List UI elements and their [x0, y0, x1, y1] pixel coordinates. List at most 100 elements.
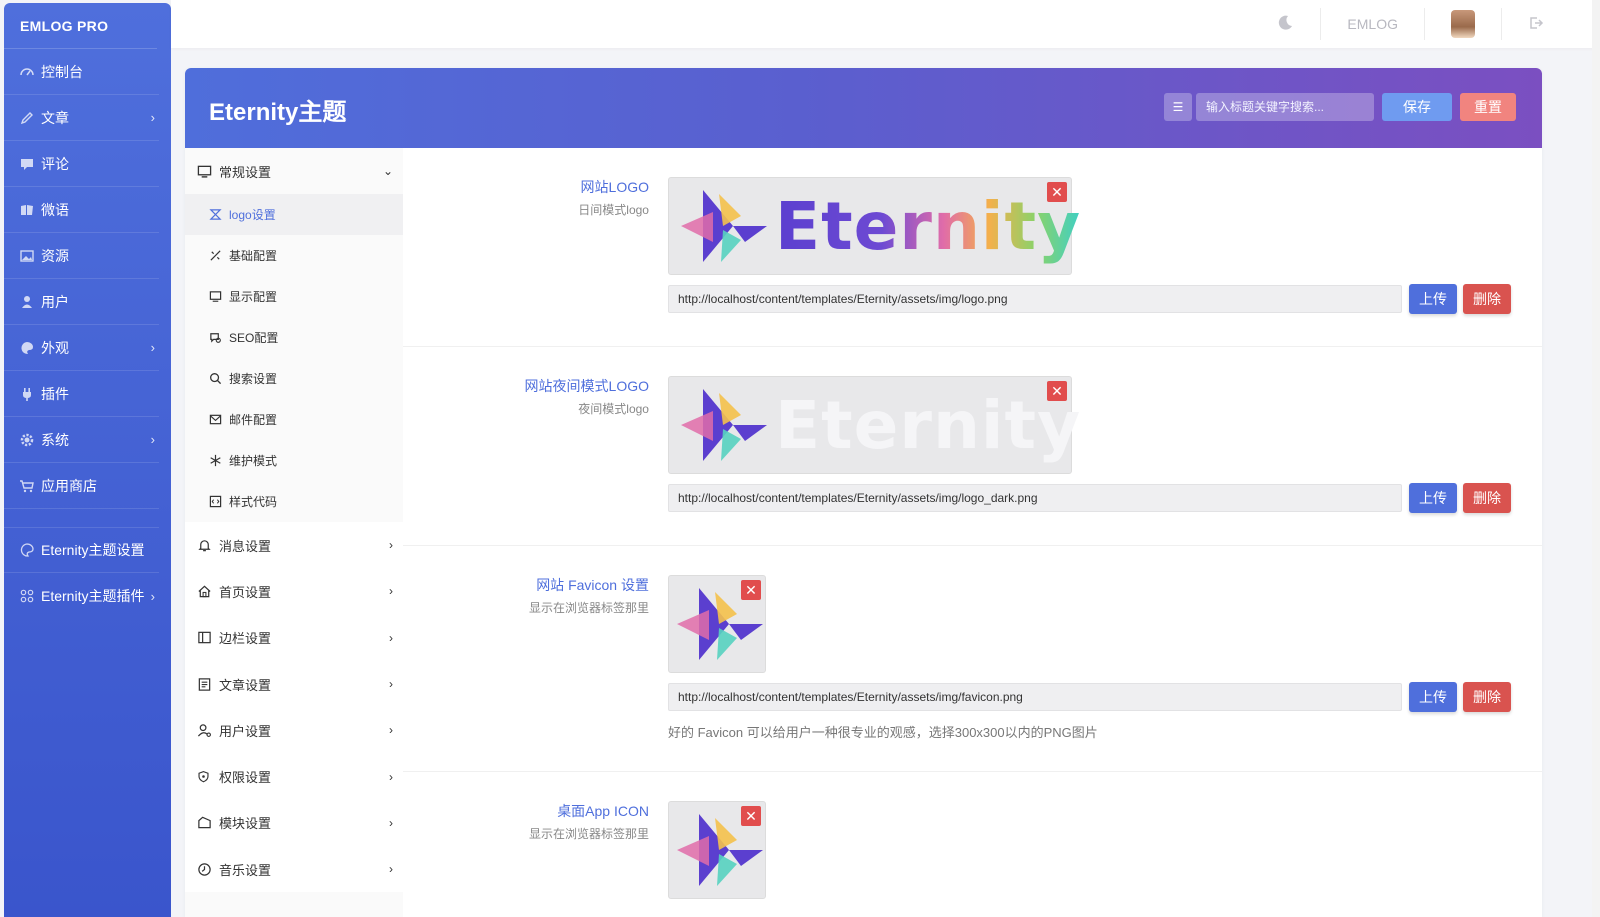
delete-button[interactable]: 删除 — [1463, 682, 1511, 712]
menu-group-home[interactable]: 首页设置 › — [185, 568, 403, 615]
top-bar: EMLOG — [171, 0, 1600, 48]
sidebar-item-resources[interactable]: 资源 — [4, 233, 159, 279]
chevron-right-icon: › — [389, 677, 393, 692]
menu-group-music[interactable]: 音乐设置 › — [185, 846, 403, 893]
menu-group-messages[interactable]: 消息设置 › — [185, 522, 403, 569]
logo-preview-text: Eternity — [775, 387, 1082, 464]
sidebar-item-appearance[interactable]: 外观 › — [4, 325, 159, 371]
menu-group-general[interactable]: 常规设置 ⌄ — [185, 148, 403, 194]
menu-group-label: 常规设置 — [219, 164, 272, 180]
menu-group-label: 首页设置 — [219, 584, 272, 600]
sidebar-item-notes[interactable]: 微语 — [4, 187, 159, 233]
field-label: 网站 Favicon 设置 — [536, 577, 649, 593]
chevron-right-icon: › — [389, 630, 393, 645]
menu-sub-seo[interactable]: SEO配置 — [185, 317, 403, 358]
chevron-right-icon: › — [150, 340, 155, 355]
image-url-input[interactable]: http://localhost/content/templates/Etern… — [668, 285, 1402, 313]
menu-sub-basic[interactable]: 基础配置 — [185, 235, 403, 276]
sidebar-item-label: 应用商店 — [41, 477, 97, 494]
theme-toggle-button[interactable] — [1250, 8, 1320, 40]
snowflake-icon — [209, 454, 225, 467]
search-input[interactable] — [1196, 93, 1374, 121]
menu-sub-label: 邮件配置 — [229, 413, 278, 427]
menu-group-modules[interactable]: 模块设置 › — [185, 799, 403, 847]
logout-button[interactable] — [1501, 8, 1570, 40]
comment-icon — [18, 155, 36, 173]
logo-preview: Eternity ✕ — [668, 177, 1080, 275]
sidebar-item-users[interactable]: 用户 — [4, 279, 159, 325]
remove-image-button[interactable]: ✕ — [1047, 381, 1067, 401]
menu-group-users[interactable]: 用户设置 › — [185, 707, 403, 754]
sidebar-item-dashboard[interactable]: 控制台 — [4, 49, 159, 95]
sidebar-item-articles[interactable]: 文章 › — [4, 95, 159, 141]
document-icon — [197, 677, 215, 692]
menu-sub-logo[interactable]: logo设置 — [185, 194, 403, 235]
logo-icon — [209, 208, 225, 221]
field-site-logo: 网站LOGO 日间模式logo Eternity ✕ http://localh… — [403, 148, 1542, 346]
menu-group-label: 边栏设置 — [219, 631, 272, 647]
sidebar-item-eternity-settings[interactable]: Eternity主题设置 — [4, 527, 159, 573]
upload-button[interactable]: 上传 — [1409, 682, 1457, 712]
field-description: 显示在浏览器标签那里 — [528, 601, 649, 615]
delete-button[interactable]: 删除 — [1463, 483, 1511, 513]
user-avatar-button[interactable] — [1424, 8, 1501, 40]
sidebar-item-label: 微语 — [41, 201, 69, 218]
moon-icon — [1276, 14, 1294, 35]
menu-group-label: 权限设置 — [219, 770, 272, 786]
menu-toggle-button[interactable]: ☰ — [1164, 93, 1192, 121]
user-icon — [18, 293, 36, 311]
chevron-right-icon: › — [389, 538, 393, 553]
sidebar-item-label: 资源 — [41, 247, 69, 264]
menu-group-label: 消息设置 — [219, 538, 272, 554]
menu-group-articles[interactable]: 文章设置 › — [185, 660, 403, 708]
menu-group-label: 文章设置 — [219, 677, 272, 693]
sidebar-item-app-store[interactable]: 应用商店 — [4, 463, 159, 509]
remove-image-button[interactable]: ✕ — [1047, 182, 1067, 202]
reset-button[interactable]: 重置 — [1460, 93, 1516, 121]
remove-image-button[interactable]: ✕ — [741, 580, 761, 600]
upload-button[interactable]: 上传 — [1409, 284, 1457, 314]
sidebar-item-label: Eternity主题插件 — [41, 588, 145, 604]
menu-sub-style-code[interactable]: 样式代码 — [185, 481, 403, 522]
dashboard-icon — [18, 63, 36, 81]
music-icon — [197, 862, 215, 877]
palette-icon — [18, 339, 36, 357]
sidebar-item-system[interactable]: 系统 › — [4, 417, 159, 463]
chevron-right-icon: › — [150, 588, 155, 604]
eternity-mark-icon — [681, 190, 767, 262]
menu-group-sidebar[interactable]: 边栏设置 › — [185, 614, 403, 661]
image-url-input[interactable]: http://localhost/content/templates/Etern… — [668, 484, 1402, 512]
avatar — [1451, 10, 1475, 38]
sidebar-item-plugins[interactable]: 插件 — [4, 371, 159, 417]
image-url-input[interactable]: http://localhost/content/templates/Etern… — [668, 683, 1402, 711]
header-tools: ☰ 保存 重置 — [1164, 93, 1516, 121]
chevron-right-icon: › — [389, 862, 393, 877]
delete-button[interactable]: 删除 — [1463, 284, 1511, 314]
menu-sub-mail[interactable]: 邮件配置 — [185, 399, 403, 440]
remove-image-button[interactable]: ✕ — [741, 806, 761, 826]
menu-group-label: 音乐设置 — [219, 862, 272, 878]
logo-settings-content: 网站LOGO 日间模式logo Eternity ✕ http://localh… — [403, 148, 1542, 917]
menu-sub-search[interactable]: 搜索设置 — [185, 358, 403, 399]
brand-logo[interactable]: EMLOG PRO — [4, 3, 157, 49]
favicon-preview: ✕ — [668, 575, 766, 673]
sidebar-item-comments[interactable]: 评论 — [4, 141, 159, 187]
logo-preview: Eternity ✕ — [668, 376, 1080, 474]
site-link[interactable]: EMLOG — [1320, 8, 1424, 40]
menu-sub-maintenance[interactable]: 维护模式 — [185, 440, 403, 481]
seo-icon — [209, 331, 225, 344]
tools-icon — [209, 249, 225, 262]
field-help-text: 好的 Favicon 可以给用户一种很专业的观感，选择300x300以内的PNG… — [668, 725, 1098, 740]
eternity-mark-icon — [681, 389, 767, 461]
sidebar-item-eternity-plugins[interactable]: Eternity主题插件 › — [4, 573, 159, 619]
page-scrollbar[interactable] — [1592, 0, 1600, 917]
field-app-icon: 桌面App ICON 显示在浏览器标签那里 ✕ — [403, 771, 1542, 917]
theme-settings-panel: Eternity主题 ☰ 保存 重置 常规设置 ⌄ logo设置 基础配置 显示… — [185, 68, 1542, 917]
save-button[interactable]: 保存 — [1382, 93, 1452, 121]
menu-group-permissions[interactable]: 权限设置 › — [185, 753, 403, 800]
upload-button[interactable]: 上传 — [1409, 483, 1457, 513]
pencil-icon — [18, 109, 36, 127]
field-night-logo: 网站夜间模式LOGO 夜间模式logo Eternity ✕ http://lo… — [403, 346, 1542, 545]
menu-sub-display[interactable]: 显示配置 — [185, 276, 403, 317]
cart-icon — [18, 477, 36, 495]
